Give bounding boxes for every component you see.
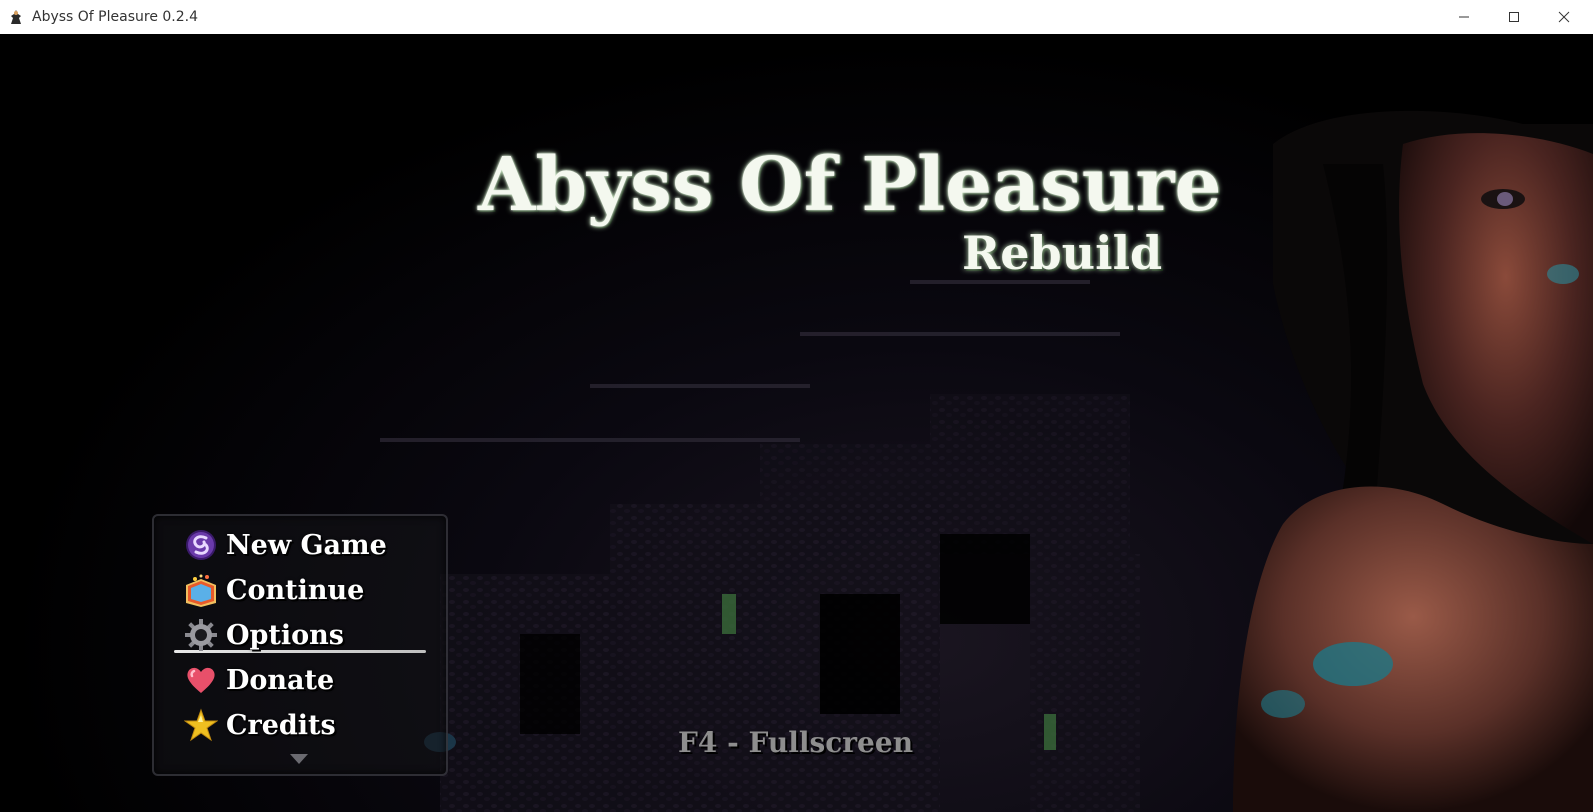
menu-scroll-down-arrow	[290, 754, 308, 764]
menu-item-continue[interactable]: Continue	[182, 569, 428, 611]
menu-item-new-game[interactable]: New Game	[182, 524, 428, 566]
gear-icon	[182, 616, 220, 654]
book-icon	[182, 571, 220, 609]
game-app-icon	[8, 9, 24, 25]
game-title: Abyss Of Pleasure	[478, 142, 1222, 228]
window-titlebar[interactable]: Abyss Of Pleasure 0.2.4	[0, 0, 1593, 34]
close-icon	[1558, 11, 1570, 23]
menu-label-new-game: New Game	[226, 529, 387, 561]
menu-label-credits: Credits	[226, 709, 336, 741]
menu-item-options[interactable]: Options	[182, 614, 428, 656]
game-subtitle: Rebuild	[962, 226, 1163, 280]
menu-item-donate[interactable]: Donate	[182, 659, 428, 701]
heart-icon	[182, 661, 220, 699]
menu-label-options: Options	[226, 619, 344, 651]
menu-item-credits[interactable]: Credits	[182, 704, 428, 746]
maximize-button[interactable]	[1489, 0, 1539, 34]
minimize-button[interactable]	[1439, 0, 1489, 34]
purple-swirl-icon	[182, 526, 220, 564]
menu-label-continue: Continue	[226, 574, 365, 606]
close-button[interactable]	[1539, 0, 1589, 34]
game-window: Abyss Of Pleasure 0.2.4 Abyss Of Pleasur…	[0, 0, 1593, 812]
title-menu: New Game Continue Options Donate Credits	[152, 514, 448, 776]
fullscreen-hint: F4 - Fullscreen	[678, 726, 914, 759]
game-canvas[interactable]: Abyss Of Pleasure Rebuild New Game Conti…	[0, 34, 1593, 812]
window-title: Abyss Of Pleasure 0.2.4	[32, 9, 199, 25]
maximize-icon	[1509, 12, 1519, 22]
menu-label-donate: Donate	[226, 664, 335, 696]
minimize-icon	[1459, 16, 1469, 18]
star-icon	[182, 706, 220, 744]
